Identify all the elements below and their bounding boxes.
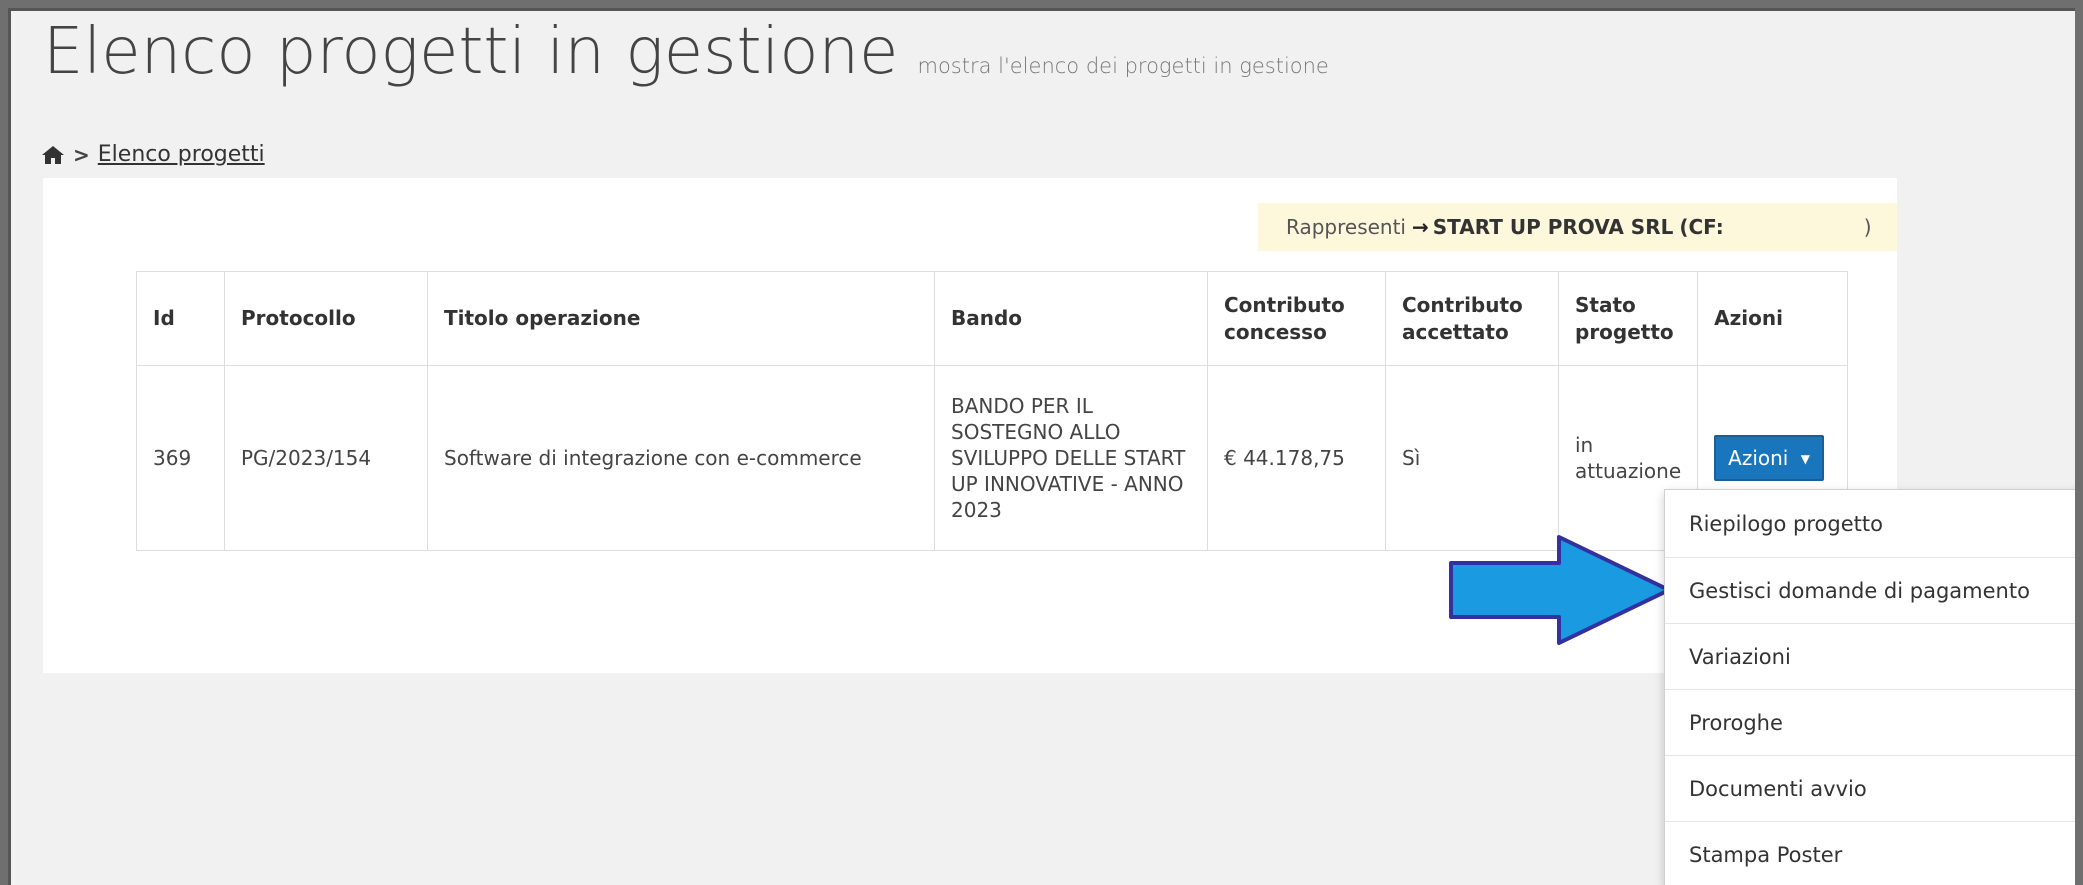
home-icon[interactable]: [41, 145, 65, 165]
header-id[interactable]: Id: [136, 271, 225, 366]
azioni-dropdown-menu: Riepilogo progetto Gestisci domande di p…: [1664, 489, 2075, 885]
azioni-button[interactable]: Azioni ▼: [1714, 435, 1824, 481]
header-bando[interactable]: Bando: [934, 271, 1208, 366]
arrow-right-icon: →: [1412, 215, 1429, 239]
menu-item-riepilogo-progetto[interactable]: Riepilogo progetto: [1665, 490, 2075, 558]
projects-table: Id Protocollo Titolo operazione Bando Co…: [136, 271, 1849, 551]
cell-bando: BANDO PER IL SOSTEGNO ALLO SVILUPPO DELL…: [934, 365, 1208, 551]
header-stato[interactable]: Stato progetto: [1557, 271, 1699, 366]
cell-id: 369: [136, 365, 225, 551]
page-subtitle: mostra l'elenco dei progetti in gestione: [917, 54, 1329, 78]
cf-close: ): [1863, 215, 1872, 239]
company-name: START UP PROVA SRL: [1432, 215, 1674, 239]
cf-label: (CF:: [1679, 215, 1724, 239]
cell-titolo: Software di integrazione con e-commerce: [427, 365, 935, 551]
caret-down-icon: ▼: [1800, 451, 1810, 466]
table-header-row: Id Protocollo Titolo operazione Bando Co…: [136, 271, 1849, 366]
menu-item-gestisci-domande-pagamento[interactable]: Gestisci domande di pagamento: [1665, 558, 2075, 624]
azioni-button-label: Azioni: [1728, 446, 1789, 470]
menu-item-documenti-avvio[interactable]: Documenti avvio: [1665, 756, 2075, 822]
page-title: Elenco progetti in gestione mostra l'ele…: [43, 15, 1329, 89]
header-titolo[interactable]: Titolo operazione: [427, 271, 935, 366]
cell-protocollo: PG/2023/154: [224, 365, 428, 551]
breadcrumb-link-elenco-progetti[interactable]: Elenco progetti: [98, 142, 265, 167]
table-row: 369 PG/2023/154 Software di integrazione…: [136, 365, 1849, 551]
page-title-text: Elenco progetti in gestione: [43, 15, 899, 89]
represent-label: Rappresenti: [1286, 215, 1406, 239]
header-protocollo[interactable]: Protocollo: [224, 271, 428, 366]
breadcrumb-separator: >: [73, 142, 90, 167]
pointer-arrow-icon: [1449, 535, 1671, 645]
header-azioni: Azioni: [1697, 271, 1849, 366]
header-contributo-concesso[interactable]: Contributo concesso: [1207, 271, 1386, 366]
header-contributo-accettato[interactable]: Contributo accettato: [1385, 271, 1559, 366]
breadcrumb: > Elenco progetti: [41, 142, 265, 167]
menu-item-proroghe[interactable]: Proroghe: [1665, 690, 2075, 756]
cell-contributo-concesso: € 44.178,75: [1207, 365, 1386, 551]
menu-item-stampa-poster[interactable]: Stampa Poster: [1665, 822, 2075, 885]
menu-item-variazioni[interactable]: Variazioni: [1665, 624, 2075, 690]
represent-banner: Rappresenti → START UP PROVA SRL (CF: ): [1258, 203, 1897, 251]
page-frame: Elenco progetti in gestione mostra l'ele…: [8, 8, 2075, 885]
cell-contributo-accettato: Sì: [1385, 365, 1559, 551]
